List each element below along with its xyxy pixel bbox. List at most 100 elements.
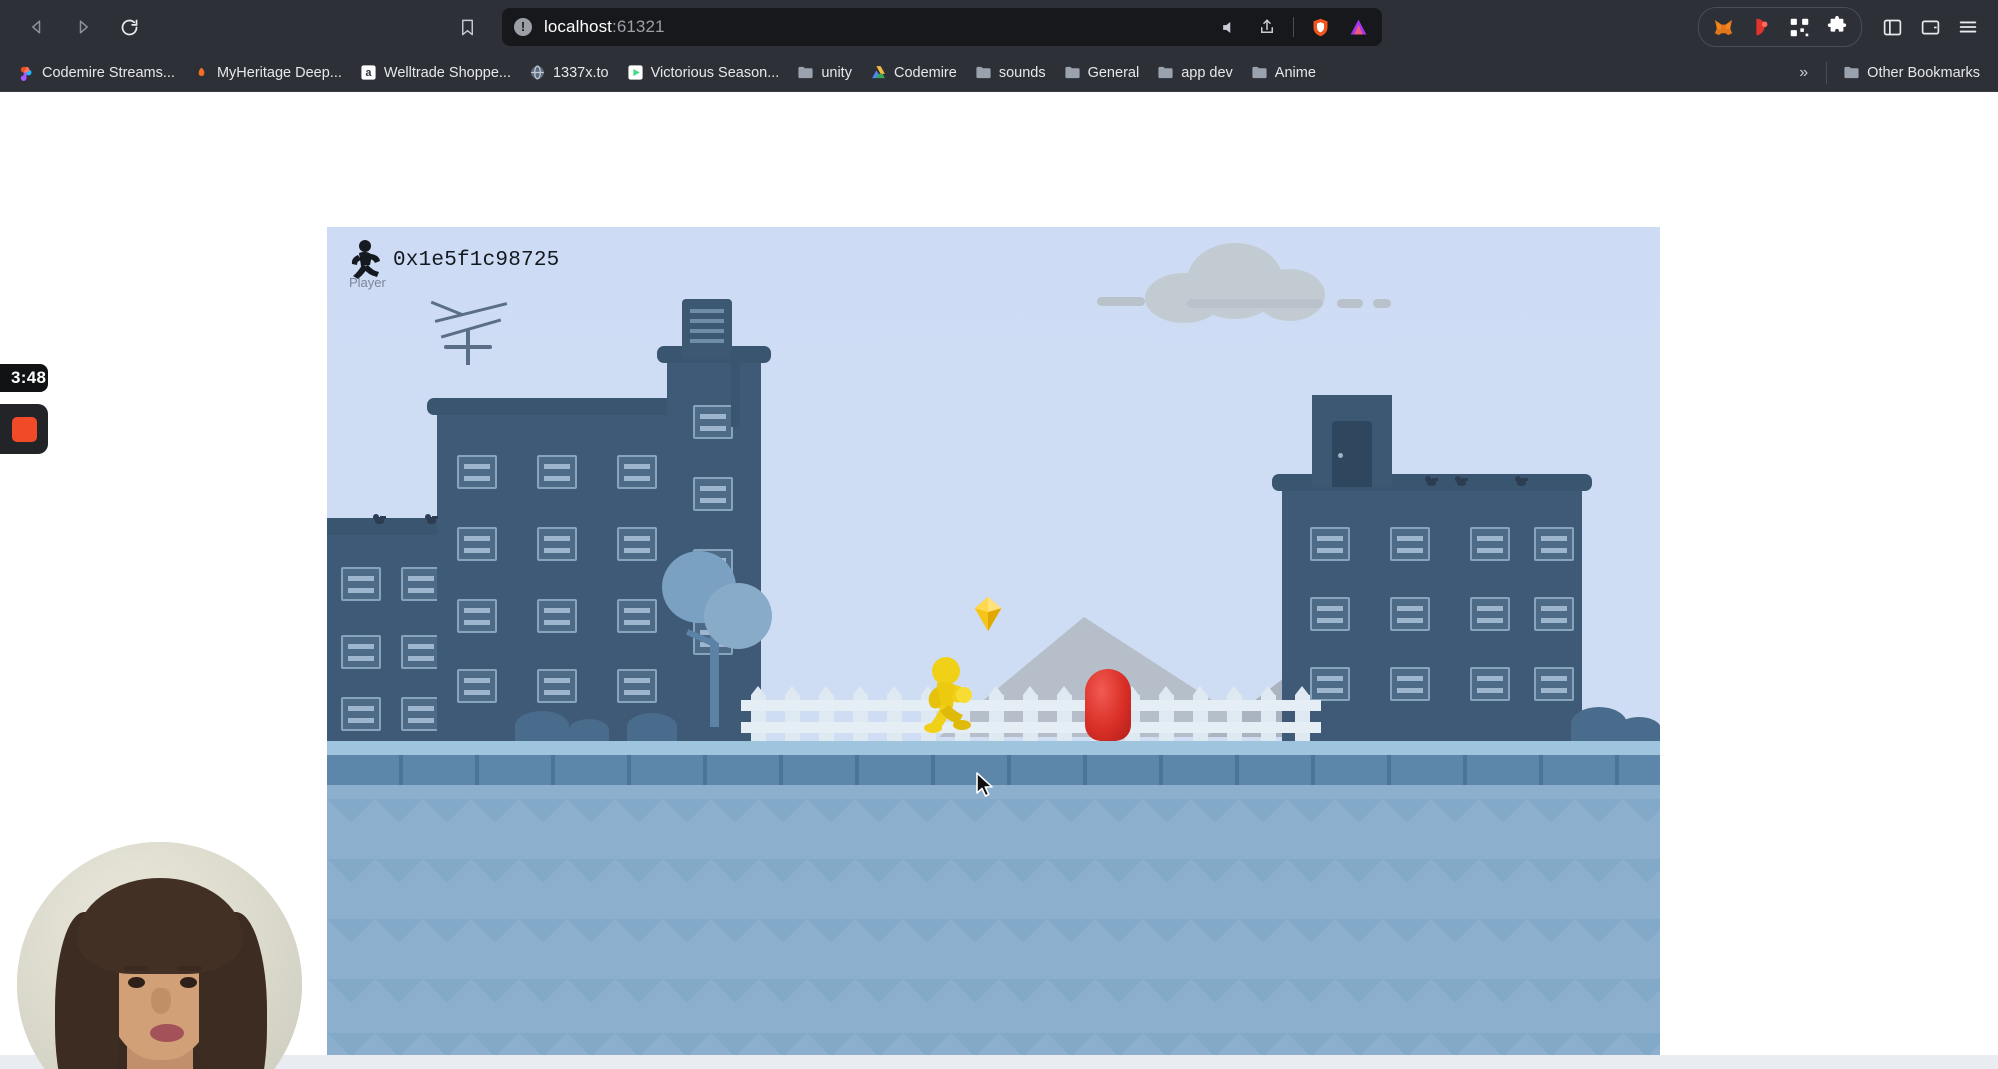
bush [1617, 717, 1660, 741]
bird [373, 514, 386, 525]
webcam-eye-right [180, 977, 197, 988]
rooftop-door [1332, 421, 1372, 487]
building-roof-cap [427, 398, 692, 415]
bookmark-item[interactable]: a Welltrade Shoppe... [352, 59, 519, 86]
bookmark-label: Codemire [893, 64, 957, 81]
unity-game-canvas[interactable]: 0x1e5f1c98725 Player [327, 227, 1660, 1057]
share-icon[interactable] [1255, 15, 1279, 39]
bookmark-icon[interactable] [450, 10, 484, 44]
video-favicon [628, 65, 643, 80]
globe-favicon [531, 65, 544, 80]
bookmark-item[interactable]: app dev [1149, 59, 1241, 86]
navigation-buttons [22, 12, 144, 42]
window [341, 567, 381, 601]
player-character [919, 655, 979, 735]
running-person-icon [351, 240, 380, 279]
bookmark-item[interactable]: Anime [1243, 59, 1324, 86]
forward-button[interactable] [68, 12, 98, 42]
window [401, 635, 441, 669]
qr-extension-icon[interactable] [1783, 11, 1815, 43]
bookmark-label: app dev [1181, 64, 1233, 81]
building-right [1272, 474, 1592, 741]
address-bar[interactable]: ! localhost:61321 [502, 8, 1382, 46]
sidebar-toggle-icon[interactable] [1876, 11, 1908, 43]
bookmark-item[interactable]: Codemire Streams... [10, 59, 183, 86]
stop-square-icon [11, 416, 37, 442]
window [1534, 667, 1574, 701]
window [693, 405, 733, 439]
red-obstacle [1085, 669, 1131, 741]
window [1390, 527, 1430, 561]
reload-button[interactable] [114, 12, 144, 42]
bird [425, 514, 438, 525]
hud-player-label-wrap: Player [349, 275, 386, 290]
window [1470, 527, 1510, 561]
site-info-icon[interactable]: ! [514, 18, 532, 36]
wave-band [327, 979, 1660, 1025]
media-mute-icon[interactable] [1217, 15, 1241, 39]
picket-fence [741, 683, 1321, 741]
bookmark-label: unity [821, 64, 852, 81]
bird [1515, 476, 1528, 487]
hud-player-info: 0x1e5f1c98725 [393, 239, 559, 272]
window [1534, 597, 1574, 631]
cloud-dash [1373, 299, 1391, 308]
rooftop-pipe [731, 353, 740, 427]
other-bookmarks-button[interactable]: Other Bookmarks [1835, 59, 1988, 86]
brave-rewards-icon[interactable] [1346, 15, 1370, 39]
window [1470, 667, 1510, 701]
window [1534, 527, 1574, 561]
url-port: :61321 [612, 17, 665, 36]
window [401, 567, 441, 601]
window [617, 455, 657, 489]
window [617, 599, 657, 633]
bookmark-item[interactable]: MyHeritage Deep... [185, 59, 350, 86]
drive-favicon [872, 66, 885, 79]
wave-band [327, 799, 1660, 845]
bird [1455, 476, 1468, 487]
brave-shields-icon[interactable] [1308, 15, 1332, 39]
browser-toolbar: ! localhost:61321 [0, 0, 1998, 54]
folder-icon [798, 66, 813, 79]
bookmark-item[interactable]: unity [789, 59, 860, 86]
bookmarks-bar: Codemire Streams... MyHeritage Deep... a… [0, 54, 1998, 92]
window [457, 455, 497, 489]
back-button[interactable] [22, 12, 52, 42]
stop-recording-button[interactable] [0, 404, 48, 454]
omnibox-divider [1293, 17, 1294, 37]
rooftop-pipe-elbow [731, 351, 765, 360]
browser-menu-icon[interactable] [1952, 11, 1984, 43]
hud-player-label: Player [349, 275, 386, 290]
brave-wallet-icon[interactable] [1914, 11, 1946, 43]
bookmark-label: sounds [998, 64, 1046, 81]
extensions-puzzle-icon[interactable] [1821, 11, 1853, 43]
collectible-gem [969, 595, 1007, 633]
screen-recorder-widget: 3:48 [0, 364, 48, 454]
bookmark-item[interactable]: General [1056, 59, 1148, 86]
wallet-extension-icon[interactable] [1745, 11, 1777, 43]
other-bookmarks-label: Other Bookmarks [1867, 64, 1980, 81]
bookmark-label: Codemire Streams... [42, 64, 175, 81]
bookmark-item[interactable]: Victorious Season... [619, 59, 788, 86]
window [537, 527, 577, 561]
bookmarks-divider [1826, 61, 1828, 84]
tree-foliage [704, 583, 772, 649]
cloud-dash [1337, 299, 1363, 308]
amazon-favicon: a [361, 65, 376, 80]
webcam-bubble[interactable] [17, 842, 302, 1069]
player-wallet-address: 0x1e5f1c98725 [393, 249, 560, 272]
ground-bricks [327, 755, 1660, 785]
fence-rail [741, 700, 1321, 711]
bookmark-label: MyHeritage Deep... [216, 64, 342, 81]
bookmark-item[interactable]: 1337x.to [521, 59, 617, 86]
bookmark-item[interactable]: Codemire [862, 59, 965, 86]
folder-icon [1065, 66, 1080, 79]
bookmarks-overflow-button[interactable]: » [1789, 64, 1818, 82]
metamask-extension-icon[interactable] [1707, 11, 1739, 43]
webcam-brow-left [124, 966, 149, 971]
rooftop-vent-box [682, 299, 732, 359]
bookmark-item[interactable]: sounds [967, 59, 1054, 86]
window [457, 669, 497, 703]
tree-prop [662, 537, 772, 727]
folder-icon [1252, 66, 1267, 79]
